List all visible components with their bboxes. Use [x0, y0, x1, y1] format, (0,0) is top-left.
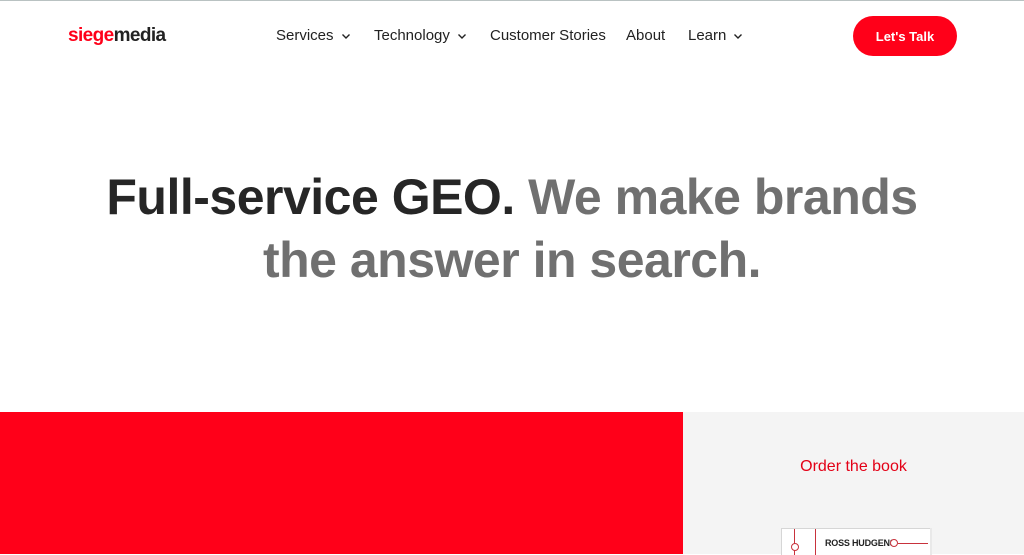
book-cover-line	[794, 529, 795, 555]
nav-about-label: About	[626, 27, 666, 44]
nav-technology-label: Technology	[374, 27, 450, 44]
nav-technology[interactable]: Technology	[374, 25, 467, 47]
lets-talk-button[interactable]: Let's Talk	[853, 16, 957, 56]
book-cover-circle	[791, 543, 799, 551]
chevron-down-icon	[457, 31, 467, 41]
order-the-book-link[interactable]: Order the book	[683, 458, 1024, 476]
nav-learn-label: Learn	[688, 27, 727, 44]
hero-headline: Full-service GEO. We make brands the ans…	[0, 166, 1024, 292]
book-cover-circle	[890, 539, 898, 547]
book-author: ROSS HUDGENS	[825, 538, 896, 548]
logo-part-media: media	[113, 25, 167, 46]
nav-customer-stories-label: Customer Stories	[490, 27, 606, 44]
chevron-down-icon	[733, 31, 743, 41]
nav-services[interactable]: Services	[276, 25, 351, 47]
book-cover[interactable]: ROSS HUDGENS	[781, 528, 930, 555]
hero-headline-gray-2: the answer in search.	[262, 232, 762, 288]
chevron-down-icon	[341, 31, 351, 41]
site-header: siegemedia Services Technology Customer …	[0, 1, 1024, 71]
red-feature-block	[0, 412, 683, 554]
hero-headline-dark: Full-service GEO.	[106, 169, 515, 225]
nav-learn[interactable]: Learn	[688, 25, 743, 47]
book-cover-line	[815, 529, 816, 555]
hero-headline-gray-1: We make brands	[528, 169, 918, 225]
nav-customer-stories[interactable]: Customer Stories	[490, 25, 606, 47]
logo-part-siege: siege	[68, 25, 114, 46]
book-cover-line	[898, 543, 928, 544]
nav-services-label: Services	[276, 27, 334, 44]
logo[interactable]: siegemedia	[68, 25, 166, 47]
nav-about[interactable]: About	[626, 25, 665, 47]
